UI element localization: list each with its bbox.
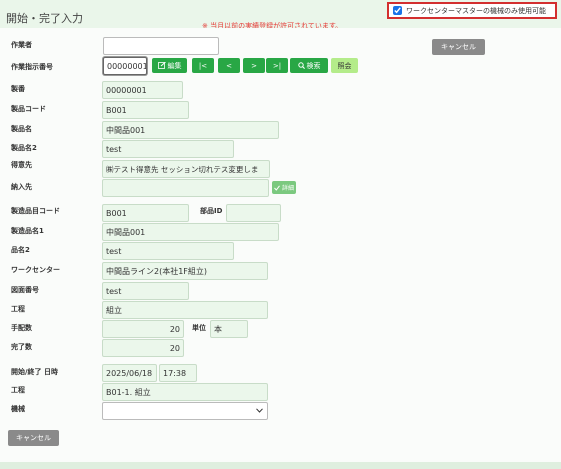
completed-qty-field: 20 xyxy=(102,339,184,357)
customer-field: ㈱テスト得意先 セッション切れテス変更しま xyxy=(102,160,270,178)
search-button[interactable]: 検索 xyxy=(290,58,328,73)
detail-button[interactable]: 詳細 xyxy=(272,181,296,194)
serial-label: 製番 xyxy=(11,85,25,93)
next-button[interactable]: > xyxy=(243,58,265,73)
product-name2-field: test xyxy=(102,140,234,158)
search-icon xyxy=(297,62,305,69)
completed-qty-label: 完了数 xyxy=(11,343,32,351)
time-input[interactable]: 17:38 xyxy=(159,364,197,382)
machine-select[interactable] xyxy=(102,402,268,420)
product-code-field: B001 xyxy=(102,101,189,119)
unit-field: 本 xyxy=(210,320,248,338)
part-id-field xyxy=(226,204,281,222)
machine-label: 機械 xyxy=(11,405,25,413)
drawing-no-label: 図面番号 xyxy=(11,286,39,294)
first-button[interactable]: |< xyxy=(192,58,214,73)
part-id-label: 部品ID xyxy=(200,207,223,215)
arranged-qty-field: 20 xyxy=(102,320,184,338)
customer-label: 得意先 xyxy=(11,161,32,169)
machine-master-toggle[interactable]: ワークセンターマスターの機械のみ使用可能 xyxy=(387,2,557,19)
title-bar: 開始・完了入力 ※ 当月以前の実績登録が許可されています。 ワークセンターマスタ… xyxy=(0,0,561,30)
edit-button-label: 編集 xyxy=(167,61,182,70)
last-button[interactable]: >| xyxy=(266,58,288,73)
process-label: 工程 xyxy=(11,305,25,313)
machine-master-label: ワークセンターマスターの機械のみ使用可能 xyxy=(406,6,546,15)
worker-input[interactable] xyxy=(103,37,219,55)
chevron-down-icon xyxy=(256,408,263,413)
manuf-item-name1-field: 中間品001 xyxy=(102,223,279,241)
item-name2-label: 品名2 xyxy=(11,246,30,254)
form-area xyxy=(0,28,561,464)
manuf-item-code-label: 製造品目コード xyxy=(11,207,60,215)
process-select[interactable]: B01-1. 組立 xyxy=(102,383,268,401)
work-center-field: 中間品ライン2(本社1F組立) xyxy=(102,262,268,280)
manuf-item-code-field: B001 xyxy=(102,204,189,222)
date-input[interactable]: 2025/06/18 xyxy=(102,364,157,382)
work-order-no-label: 作業指示番号 xyxy=(11,63,53,71)
cancel-bottom-button[interactable]: キャンセル xyxy=(8,430,59,446)
work-center-label: ワークセンター xyxy=(11,266,60,274)
bottom-bar xyxy=(0,462,561,469)
manuf-item-name1-label: 製造品名1 xyxy=(11,227,44,235)
drawing-no-field: test xyxy=(102,282,189,300)
page-title: 開始・完了入力 xyxy=(6,12,83,25)
search-button-label: 検索 xyxy=(306,61,321,70)
edit-icon xyxy=(157,62,166,69)
serial-field: 00000001 xyxy=(102,81,183,99)
start-end-datetime-label: 開始/終了 日時 xyxy=(11,368,58,376)
delivery-label: 納入先 xyxy=(11,183,32,191)
unit-label: 単位 xyxy=(192,324,206,332)
detail-button-label: 詳細 xyxy=(281,185,294,192)
process-field: 組立 xyxy=(102,301,268,319)
process-select-label: 工程 xyxy=(11,386,25,394)
work-order-no-input[interactable]: 00000001 xyxy=(103,57,147,75)
prev-button[interactable]: < xyxy=(218,58,240,73)
inquiry-button[interactable]: 照会 xyxy=(331,58,358,73)
arranged-qty-label: 手配数 xyxy=(11,324,32,332)
product-name2-label: 製品名2 xyxy=(11,144,37,152)
product-name-label: 製品名 xyxy=(11,125,32,133)
edit-button[interactable]: 編集 xyxy=(152,58,187,73)
product-name-field: 中間品001 xyxy=(102,121,279,139)
product-code-label: 製品コード xyxy=(11,105,46,113)
machine-master-checkbox[interactable] xyxy=(393,6,402,15)
worker-label: 作業者 xyxy=(11,41,32,49)
delivery-field xyxy=(102,179,269,197)
cancel-top-button[interactable]: キャンセル xyxy=(432,39,485,55)
item-name2-field: test xyxy=(102,242,234,260)
check-icon xyxy=(274,184,280,191)
